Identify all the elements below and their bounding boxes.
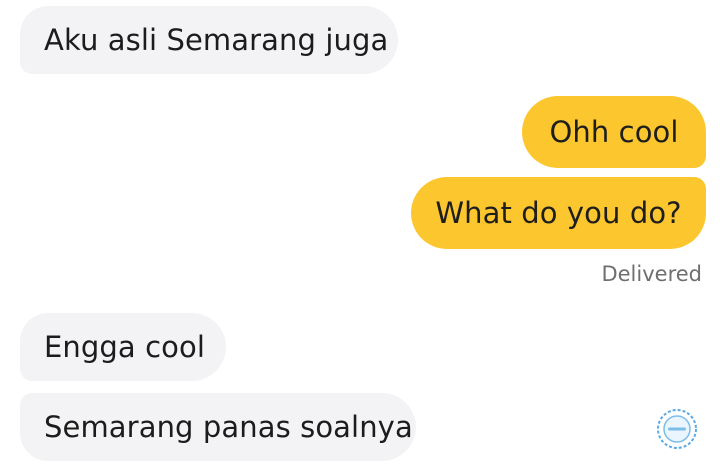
incoming-message-bubble[interactable]: Aku asli Semarang juga bbox=[20, 6, 398, 74]
message-text: Semarang panas soalnya bbox=[44, 409, 413, 444]
message-text: Ohh cool bbox=[549, 114, 679, 149]
outgoing-message-bubble[interactable]: What do you do? bbox=[411, 177, 706, 249]
message-text: What do you do? bbox=[435, 195, 682, 230]
message-text: Aku asli Semarang juga bbox=[44, 22, 389, 57]
incoming-message-bubble[interactable]: Semarang panas soalnya bbox=[20, 393, 416, 461]
outgoing-message-bubble[interactable]: Ohh cool bbox=[522, 96, 706, 168]
watermark-badge-icon bbox=[656, 408, 698, 450]
message-text: Engga cool bbox=[44, 329, 205, 364]
incoming-message-bubble[interactable]: Engga cool bbox=[20, 313, 226, 381]
delivery-status: Delivered bbox=[601, 262, 702, 286]
